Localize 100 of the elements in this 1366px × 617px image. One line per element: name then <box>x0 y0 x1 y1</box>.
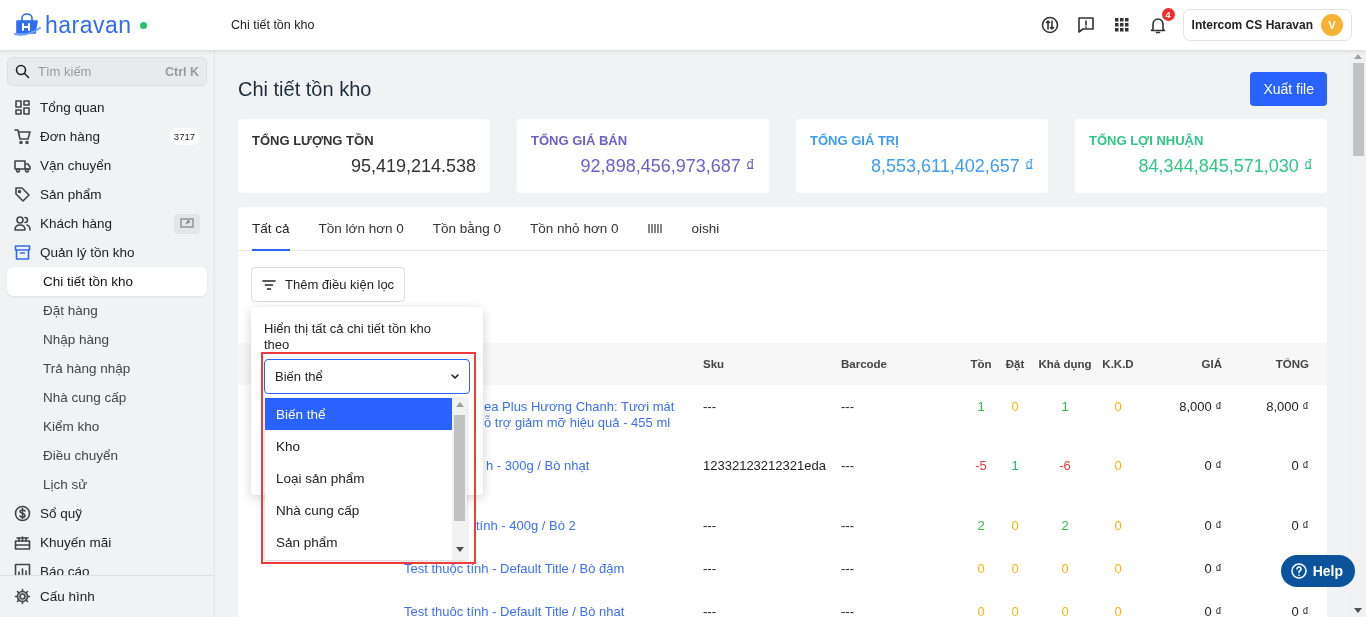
column-header: K.K.D <box>1101 358 1135 370</box>
dollar-coin-icon <box>14 505 31 522</box>
total-cell-text: 0 ₫ <box>1290 518 1309 535</box>
table-cell-text: --- <box>841 604 855 617</box>
sidebar-item[interactable]: Sổ quỹ <box>7 499 207 528</box>
sidebar-subitem[interactable]: Chi tiết tồn kho <box>7 267 207 296</box>
table-cell-text: --- <box>703 604 717 617</box>
quantity-cell-text: 0 <box>976 561 986 578</box>
grid-icon <box>14 99 31 116</box>
archive-box-icon <box>14 244 31 261</box>
product-link[interactable]: ea Plus Hương Chanh: Tươi mát <box>484 399 703 415</box>
stat-value: 95,419,214.538 <box>349 156 476 177</box>
quantity-cell-text: 0 <box>1113 604 1123 617</box>
table-cell-text: 12332123212321eda <box>703 458 827 475</box>
quantity-cell-text: 0 <box>1010 518 1020 535</box>
scroll-up-icon <box>455 402 464 407</box>
tab[interactable]: Tồn nhỏ hơn 0 <box>530 207 619 251</box>
quantity-cell-text: 0 <box>1113 561 1123 578</box>
help-icon <box>1290 563 1307 579</box>
scrollbar[interactable] <box>452 398 467 560</box>
tab[interactable]: oishi <box>691 207 720 251</box>
quantity-cell-text: 2 <box>976 518 986 535</box>
sidebar-subitem[interactable]: Kiểm kho <box>7 412 207 441</box>
user-menu[interactable]: Intercom CS Haravan V <box>1182 9 1352 41</box>
export-button[interactable]: Xuất file <box>1250 72 1327 106</box>
sidebar-subitem[interactable]: Lịch sử <box>7 470 207 499</box>
table-cell-text: --- <box>841 399 855 416</box>
sidebar-item[interactable]: Cấu hình <box>7 582 207 611</box>
table-cell-text: --- <box>703 561 717 578</box>
total-cell-text: 8,000 ₫ <box>1265 399 1309 416</box>
table-cell-text: --- <box>841 458 855 475</box>
price-cell-text: 8,000 ₫ <box>1178 399 1222 416</box>
filter-button[interactable]: Thêm điều kiện lọc <box>251 267 406 302</box>
circle-arrows-icon[interactable] <box>1040 16 1059 34</box>
tab[interactable]: Tồn lớn hơn 0 <box>318 207 404 251</box>
quantity-cell-text: -6 <box>1058 458 1072 475</box>
user-avatar: V <box>1321 14 1343 36</box>
total-cell-text: 0 ₫ <box>1290 604 1309 617</box>
table-cell-text: --- <box>841 561 855 578</box>
message-alert-icon[interactable] <box>1076 16 1095 34</box>
logo-text: haravan <box>45 13 132 37</box>
quantity-cell-text: 0 <box>1010 399 1020 416</box>
sidebar-subitem[interactable]: Nhập hàng <box>7 325 207 354</box>
notification-count: 4 <box>1161 8 1175 21</box>
scroll-down-icon <box>455 547 464 552</box>
tab[interactable]: Tất cả <box>252 207 290 251</box>
stat-label: TỔNG GIÁ TRỊ <box>810 133 900 148</box>
product-link[interactable]: h - 300g / Bò nhạt <box>486 458 703 474</box>
table-cell-text: --- <box>841 518 855 535</box>
sidebar-item[interactable]: Khách hàng <box>7 209 207 238</box>
screen-share-icon[interactable] <box>174 213 200 234</box>
sidebar-item[interactable]: Khuyến mãi <box>7 528 207 557</box>
tab[interactable]: Tồn bằng 0 <box>432 207 502 251</box>
page-title: Chi tiết tồn kho <box>238 77 372 101</box>
sidebar-item[interactable]: Quản lý tồn kho <box>7 238 207 267</box>
column-header: Barcode <box>841 358 889 370</box>
option-item[interactable]: Biến thể <box>265 398 452 430</box>
stat-value: 92,898,456,973,687 ₫ <box>579 156 755 177</box>
product-link[interactable]: ỗ trợ giảm mỡ hiệu quả - 455 ml <box>484 415 703 431</box>
scroll-down-icon <box>1354 608 1362 613</box>
product-link[interactable]: Test thuộc tính - Default Title / Bò đậm <box>404 561 703 577</box>
sidebar-item[interactable]: Sản phẩm <box>7 180 207 209</box>
bar-chart-icon <box>14 563 31 575</box>
table-cell-text: --- <box>703 399 717 416</box>
scroll-up-icon <box>1354 54 1362 59</box>
count-badge: 3717 <box>168 128 200 145</box>
product-link[interactable]: tính - 400g / Bò 2 <box>476 518 703 534</box>
column-header: Đặt <box>1004 358 1026 370</box>
shopping-bag-icon <box>14 13 42 37</box>
stat-value: 8,553,611,402,657 ₫ <box>869 156 1034 177</box>
sidebar-item[interactable]: Tổng quan <box>7 93 207 122</box>
sidebar-subitem[interactable]: Điều chuyển <box>7 441 207 470</box>
search-icon <box>15 64 30 79</box>
total-cell-text: 0 ₫ <box>1290 458 1309 475</box>
chevron-down-icon <box>451 374 459 379</box>
stat-label: TỔNG GIÁ BÁN <box>531 133 629 148</box>
sidebar-subitem[interactable]: Trả hàng nhập <box>7 354 207 383</box>
quantity-cell-text: 0 <box>1113 518 1123 535</box>
quantity-cell-text: 1 <box>1060 399 1070 416</box>
column-header: TỔNG <box>1274 358 1309 370</box>
sidebar-subitem[interactable]: Nhà cung cấp <box>7 383 207 412</box>
notification-bell-icon[interactable] <box>1149 16 1166 34</box>
scrollbar-thumb[interactable] <box>454 415 465 521</box>
sidebar-item[interactable]: Vận chuyển <box>7 151 207 180</box>
group-by-select[interactable]: Biến thể <box>264 359 470 394</box>
quantity-cell-text: 0 <box>1010 604 1020 617</box>
table-cell-text: --- <box>703 518 717 535</box>
people-icon <box>14 215 31 232</box>
quantity-cell-text: -5 <box>974 458 988 475</box>
scrollbar-thumb[interactable] <box>1352 63 1364 156</box>
settings-icon <box>14 588 31 605</box>
sidebar-subitem[interactable]: Đặt hàng <box>7 296 207 325</box>
sidebar-item[interactable]: Đơn hàng 3717 <box>7 122 207 151</box>
gift-icon <box>14 534 31 551</box>
quantity-cell-text: 1 <box>1010 458 1020 475</box>
quantity-cell-text: 2 <box>1060 518 1070 535</box>
help-button[interactable]: Help <box>1280 555 1355 587</box>
tab[interactable]: lllll <box>647 207 663 251</box>
apps-grid-icon[interactable] <box>1114 18 1129 32</box>
quantity-cell-text: 0 <box>1113 399 1123 416</box>
